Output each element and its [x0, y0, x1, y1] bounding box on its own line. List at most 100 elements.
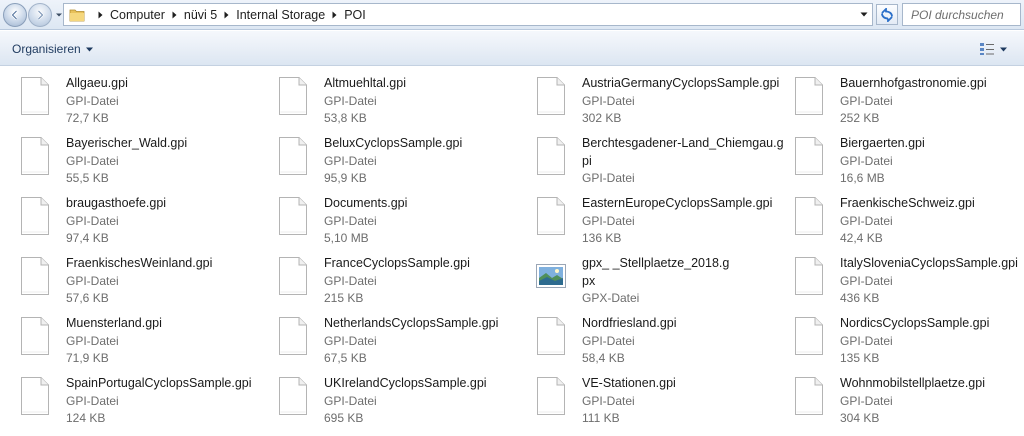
file-name: Allgaeu.gpi: [66, 76, 128, 90]
breadcrumb-separator-icon[interactable]: [171, 11, 178, 19]
file-text: UKIrelandCyclopsSample.gpi GPI-Datei 695 K…: [324, 375, 508, 428]
file-name: Bayerischer_Wald.gpi: [66, 136, 188, 150]
file-text: Documents.gpi GPI-Datei 5,10 MB: [324, 195, 508, 248]
file-item[interactable]: Altmuehltal.gpi GPI-Datei 53,8 KB: [258, 66, 508, 125]
blank-file-icon: [795, 257, 823, 295]
file-type: GPI-Datei: [582, 213, 635, 228]
breadcrumb-separator-icon[interactable]: [331, 11, 338, 19]
command-toolbar: Organisieren: [0, 31, 1024, 66]
file-name: Altmuehltal.gpi: [324, 76, 406, 90]
file-item[interactable]: Wohnmobilstellplaetze.gpi GPI-Datei 304 KB: [774, 366, 1024, 425]
file-text: FraenkischesWeinland.gpi GPI-Datei 57,6 KB: [66, 255, 250, 308]
file-size: 72,7 KB: [66, 111, 109, 125]
forward-button[interactable]: [28, 3, 52, 27]
breadcrumb-item-poi[interactable]: POI: [344, 8, 366, 22]
blank-file-icon: [795, 77, 823, 115]
file-item[interactable]: VE-Stationen.gpi GPI-Datei 111 KB: [516, 366, 766, 425]
file-item[interactable]: gpx_ _Stellplaetze_2018.g px GPX-Datei: [516, 246, 766, 305]
file-size: 53,8 KB: [324, 111, 367, 125]
file-item[interactable]: FranceCyclopsSample.gpi GPI-Datei 215 KB: [258, 246, 508, 305]
address-history-dropdown[interactable]: [855, 4, 872, 25]
file-name: AustriaGermanyCyclopsSample.gpi: [582, 76, 780, 90]
file-type: GPI-Datei: [66, 213, 119, 228]
breadcrumb-item-nuvi[interactable]: nüvi 5: [184, 8, 217, 22]
file-item[interactable]: Allgaeu.gpi GPI-Datei 72,7 KB: [0, 66, 250, 125]
file-item[interactable]: braugasthoefe.gpi GPI-Datei 97,4 KB: [0, 186, 250, 245]
blank-file-icon: [537, 137, 565, 175]
file-name: UKIrelandCyclopsSample.gpi: [324, 376, 487, 390]
organize-button[interactable]: Organisieren: [6, 39, 99, 59]
file-name: VE-Stationen.gpi: [582, 376, 676, 390]
file-item[interactable]: UKIrelandCyclopsSample.gpi GPI-Datei 695 K…: [258, 366, 508, 425]
file-size: 302 KB: [582, 111, 622, 125]
search-field[interactable]: [902, 3, 1021, 26]
file-item[interactable]: NetherlandsCyclopsSample.gpi GPI-Datei 67,…: [258, 306, 508, 365]
file-item[interactable]: Berchtesgadener-Land_Chiemgau.g pi GPI-Dat…: [516, 126, 784, 185]
file-type: GPI-Datei: [582, 393, 635, 408]
refresh-button[interactable]: [876, 4, 898, 25]
back-button[interactable]: [3, 3, 27, 27]
image-file-icon: [536, 264, 566, 288]
file-size: 97,4 KB: [66, 231, 109, 245]
file-type: GPI-Datei: [324, 393, 377, 408]
breadcrumb[interactable]: Computer nüvi 5 Internal Storage POI: [63, 3, 873, 26]
file-item[interactable]: Muensterland.gpi GPI-Datei 71,9 KB: [0, 306, 250, 365]
breadcrumb-item-computer[interactable]: Computer: [110, 8, 165, 22]
file-name: braugasthoefe.gpi: [66, 196, 167, 210]
address-bar: Computer nüvi 5 Internal Storage POI: [0, 0, 1024, 30]
file-type: GPI-Datei: [66, 93, 119, 108]
file-size: 304 KB: [840, 411, 880, 425]
breadcrumb-separator-icon[interactable]: [97, 11, 104, 19]
arrow-left-icon: [10, 10, 18, 20]
file-name: Nordfriesland.gpi: [582, 316, 677, 330]
file-name: Documents.gpi: [324, 196, 408, 210]
change-view-button[interactable]: [976, 39, 1010, 59]
file-item[interactable]: FraenkischeSchweiz.gpi GPI-Datei 42,4 KB: [774, 186, 1024, 245]
file-name: Biergaerten.gpi: [840, 136, 925, 150]
blank-file-icon: [279, 257, 307, 295]
chevron-down-icon: [85, 47, 93, 51]
file-type: GPI-Datei: [840, 393, 893, 408]
file-text: Biergaerten.gpi GPI-Datei 16,6 MB: [840, 135, 1024, 188]
recent-pages-dropdown[interactable]: [55, 11, 63, 19]
file-size: 57,6 KB: [66, 291, 109, 305]
file-name: SpainPortugalCyclopsSample.gpi: [66, 376, 252, 390]
file-item[interactable]: Documents.gpi GPI-Datei 5,10 MB: [258, 186, 508, 245]
file-type: GPI-Datei: [66, 153, 119, 168]
file-name: EasternEuropeCyclopsSample.gpi: [582, 196, 773, 210]
file-item[interactable]: ItalySloveniaCyclopsSample.gpi GPI-Datei 4…: [774, 246, 1024, 305]
file-size: 67,5 KB: [324, 351, 367, 365]
chevron-down-icon: [860, 12, 867, 16]
file-item[interactable]: SpainPortugalCyclopsSample.gpi GPI-Datei 1…: [0, 366, 252, 425]
breadcrumb-item-internal-storage[interactable]: Internal Storage: [236, 8, 325, 22]
file-text: FraenkischeSchweiz.gpi GPI-Datei 42,4 KB: [840, 195, 1024, 248]
file-size: 124 KB: [66, 411, 106, 425]
blank-file-icon: [21, 317, 49, 355]
file-item[interactable]: AustriaGermanyCyclopsSample.gpi GPI-Datei…: [516, 66, 780, 125]
file-name: FraenkischeSchweiz.gpi: [840, 196, 975, 210]
file-text: Nordfriesland.gpi GPI-Datei 58,4 KB: [582, 315, 766, 368]
file-size: 136 KB: [582, 231, 622, 245]
blank-file-icon: [21, 77, 49, 115]
file-text: Wohnmobilstellplaetze.gpi GPI-Datei 304 KB: [840, 375, 1024, 428]
file-text: Bauernhofgastronomie.gpi GPI-Datei 252 KB: [840, 75, 1024, 128]
file-size: 436 KB: [840, 291, 880, 305]
file-item[interactable]: BeluxCyclopsSample.gpi GPI-Datei 95,9 KB: [258, 126, 508, 185]
blank-file-icon: [537, 377, 565, 415]
file-item[interactable]: FraenkischesWeinland.gpi GPI-Datei 57,6 KB: [0, 246, 250, 305]
file-text: Bayerischer_Wald.gpi GPI-Datei 55,5 KB: [66, 135, 250, 188]
file-item[interactable]: Nordfriesland.gpi GPI-Datei 58,4 KB: [516, 306, 766, 365]
search-input[interactable]: [911, 7, 1019, 22]
file-item[interactable]: NordicsCyclopsSample.gpi GPI-Datei 135 KB: [774, 306, 1024, 365]
file-size: 135 KB: [840, 351, 880, 365]
file-item[interactable]: Bayerischer_Wald.gpi GPI-Datei 55,5 KB: [0, 126, 250, 185]
breadcrumb-separator-icon[interactable]: [223, 11, 230, 19]
file-item[interactable]: Biergaerten.gpi GPI-Datei 16,6 MB: [774, 126, 1024, 185]
file-text: gpx_ _Stellplaetze_2018.g px GPX-Datei: [582, 255, 766, 308]
file-item[interactable]: Bauernhofgastronomie.gpi GPI-Datei 252 KB: [774, 66, 1024, 125]
file-text: Berchtesgadener-Land_Chiemgau.g pi GPI-Dat…: [582, 135, 784, 188]
file-text: Allgaeu.gpi GPI-Datei 72,7 KB: [66, 75, 250, 128]
file-size: 71,9 KB: [66, 351, 109, 365]
file-list: Allgaeu.gpi GPI-Datei 72,7 KB Altmuehltal.g…: [0, 66, 1024, 436]
file-item[interactable]: EasternEuropeCyclopsSample.gpi GPI-Datei 1…: [516, 186, 773, 245]
